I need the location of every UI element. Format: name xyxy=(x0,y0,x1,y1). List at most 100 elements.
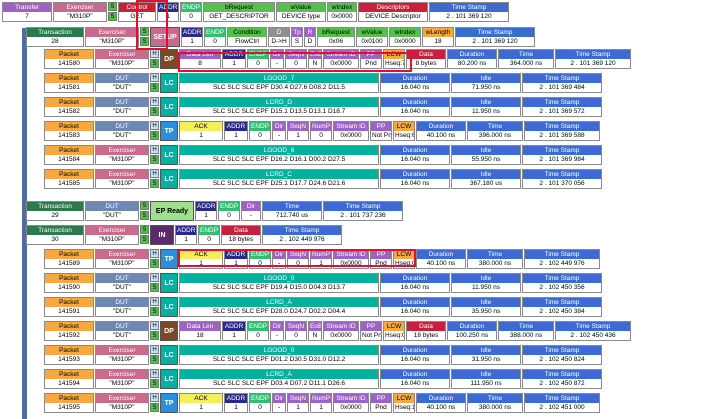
packet-141583-lcw[interactable]: LCW Hseq:6 xyxy=(393,121,415,141)
packet-row-141585[interactable]: Packet 141585 Exerciser "M310P" H S LC LCRD_C SL… xyxy=(44,169,603,190)
transaction-30-timestamp[interactable]: Time Stamp 2 . 102 449 976 xyxy=(262,225,342,245)
transaction-28-wvalue[interactable]: wValue 0x0100 xyxy=(356,27,388,47)
packet-141583-endp[interactable]: ENDP 0 xyxy=(249,121,271,141)
transaction-30-addr[interactable]: ADDR 1 xyxy=(175,225,197,245)
packet-141582-type[interactable]: LC xyxy=(160,97,178,117)
packet-141580-source[interactable]: Exerciser "M310P" xyxy=(95,49,149,69)
packet-141580-duration[interactable]: Duration 80.200 ns xyxy=(447,49,497,69)
packet-141593-type[interactable]: LC xyxy=(160,345,178,365)
packet-141583-time-stamp[interactable]: Time Stamp 2 . 101 369 588 xyxy=(524,121,600,141)
packet-141590-duration[interactable]: Duration 16.040 ns xyxy=(380,273,450,293)
packet-141592-addr[interactable]: ADDR 1 xyxy=(222,321,246,341)
packet-141590-timestamp[interactable]: Time Stamp 2 . 102 450 356 xyxy=(522,273,602,293)
packet-141580-seqn[interactable]: SeqN 0 xyxy=(285,49,307,69)
packet-141595-source[interactable]: Exerciser "M310P" xyxy=(95,393,149,413)
packet-141595-type[interactable]: TP xyxy=(160,393,178,413)
packet-141584-source[interactable]: Exerciser "M310P" xyxy=(95,145,149,165)
packet-141580-data-len[interactable]: Data Len 8 xyxy=(179,49,221,69)
packet-141592-duration[interactable]: Duration 100.250 ns xyxy=(447,321,497,341)
packet-141591-link-cmd[interactable]: LCRD_A SLC SLC SLC EPF D28.0 D24.7 D02.2 … xyxy=(179,297,379,317)
packet-141595-time[interactable]: Time 380.000 ns xyxy=(467,393,523,413)
transfer-control[interactable]: Control GET xyxy=(118,2,156,22)
in-token[interactable]: IN xyxy=(150,225,174,245)
transfer-brequest[interactable]: bRequest GET_DESCRIPTOR xyxy=(203,2,275,22)
packet-141591-type[interactable]: LC xyxy=(160,297,178,317)
packet-141585-idle[interactable]: Idle 367.180 us xyxy=(451,169,521,189)
transaction-29-addr[interactable]: ADDR 1 xyxy=(195,201,217,221)
packet-141585-link-cmd[interactable]: LCRD_C SLC SLC SLC EPF D25.1 D17.7 D24.6 … xyxy=(179,169,379,189)
transaction-29-row[interactable]: Transaction 29 DUT "DUT" S S EP Ready ADDR 1 ENDP… xyxy=(26,201,404,222)
packet-141589-pp[interactable]: PP Pnd xyxy=(370,249,392,269)
transaction-28-exerciser[interactable]: Exerciser "M310P" xyxy=(85,27,139,47)
packet-141582-link-cmd[interactable]: LCRD_D SLC SLC SLC EPF D15.1 D13.5 D13.1 … xyxy=(179,97,379,117)
transaction-29-dir[interactable]: Dir - xyxy=(241,201,261,221)
packet-141589-addr[interactable]: ADDR 1 xyxy=(224,249,248,269)
packet-141583[interactable]: Packet 141583 xyxy=(44,121,94,141)
packet-row-141589[interactable]: Packet 141589 Exerciser "M310P" H S TP ACK 1 ADDR… xyxy=(44,249,601,270)
packet-141595-duration[interactable]: Duration 40.100 ns xyxy=(416,393,466,413)
packet-141584-idle[interactable]: Idle 55.950 ns xyxy=(451,145,521,165)
packet-141595-dir[interactable]: Dir - xyxy=(272,393,286,413)
packet-141581-type[interactable]: LC xyxy=(160,73,178,93)
transaction-28-r[interactable]: RD xyxy=(304,27,316,47)
packet-141589-endp[interactable]: ENDP 0 xyxy=(249,249,271,269)
transaction-30-cell[interactable]: Transaction 30 xyxy=(26,225,84,245)
packet-141589-lcw[interactable]: LCW Hseq:0 xyxy=(393,249,415,269)
packet-row-141580[interactable]: Packet 141580 Exerciser "M310P" H S DP Data Len… xyxy=(44,49,632,70)
packet-141582-idle[interactable]: Idle 11.950 ns xyxy=(451,97,521,117)
packet-row-141594[interactable]: Packet 141594 Exerciser "M310P" H S LC LCRD_A SL… xyxy=(44,369,603,390)
packet-141590-type[interactable]: LC xyxy=(160,273,178,293)
packet-row-141584[interactable]: Packet 141584 Exerciser "M310P" H S LC LGOOD_6 S… xyxy=(44,145,603,166)
packet-141592-eob[interactable]: EoB N xyxy=(308,321,322,341)
packet-141592-seqn[interactable]: SeqN 0 xyxy=(285,321,307,341)
packet-141594-type[interactable]: LC xyxy=(160,369,178,389)
transfer-descriptors[interactable]: Descriptors DEVICE Descriptor xyxy=(358,2,428,22)
packet-141592-data-len[interactable]: Data Len 18 xyxy=(179,321,221,341)
packet-141585-source[interactable]: Exerciser "M310P" xyxy=(95,169,149,189)
packet-141591-duration[interactable]: Duration 16.040 ns xyxy=(380,297,450,317)
packet-141592-endp[interactable]: ENDP 0 xyxy=(247,321,269,341)
packet-141595-pp[interactable]: PP Pnd xyxy=(370,393,392,413)
packet-141582-source[interactable]: DUT "DUT" xyxy=(95,97,149,117)
transfer-exerciser[interactable]: Exerciser "M310P" xyxy=(53,2,107,22)
packet-141593-idle[interactable]: Idle 31.950 ns xyxy=(451,345,521,365)
transfer-endp[interactable]: ENDP 0 xyxy=(180,2,202,22)
packet-141589-time-stamp[interactable]: Time Stamp 2 . 102 449 976 xyxy=(524,249,600,269)
packet-141589-duration[interactable]: Duration 40.100 ns xyxy=(416,249,466,269)
transaction-30-row[interactable]: Transaction 30 Exerciser "M310P" S S IN ADDR 1 EN… xyxy=(26,225,343,246)
packet-141580-pp[interactable]: PP Pnd xyxy=(360,49,382,69)
packet-141591[interactable]: Packet 141591 xyxy=(44,297,94,317)
packet-141581-source[interactable]: DUT "DUT" xyxy=(95,73,149,93)
packet-141592-time-stamp[interactable]: Time Stamp 2 . 102 450 436 xyxy=(555,321,631,341)
packet-row-141590[interactable]: Packet 141590 DUT "DUT" H S LC LGOOD_0 SLC SLC S… xyxy=(44,273,603,294)
packet-141581-link-cmd[interactable]: LGOOD_7 SLC SLC SLC EPF D30.4 D27.6 D08.2… xyxy=(179,73,379,93)
transfer-addr[interactable]: ADDR 1 xyxy=(157,2,179,22)
packet-141580-dir[interactable]: Dir - xyxy=(270,49,284,69)
packet-141583-dir[interactable]: Dir - xyxy=(272,121,286,141)
transaction-28-tp[interactable]: Tp S xyxy=(291,27,303,47)
packet-141584[interactable]: Packet 141584 xyxy=(44,145,94,165)
packet-141592-data[interactable]: Data 18 bytes xyxy=(406,321,446,341)
packet-141589-source[interactable]: Exerciser "M310P" xyxy=(95,249,149,269)
packet-141593-duration[interactable]: Duration 16.040 ns xyxy=(380,345,450,365)
packet-141591-timestamp[interactable]: Time Stamp 2 . 102 450 384 xyxy=(522,297,602,317)
packet-141583-addr[interactable]: ADDR 1 xyxy=(224,121,248,141)
packet-141595-endp[interactable]: ENDP 0 xyxy=(249,393,271,413)
packet-141594-source[interactable]: Exerciser "M310P" xyxy=(95,369,149,389)
packet-141593-link-cmd[interactable]: LGOOD_0 SLC SLC SLC EPF D01.2 D30.5 D31.0… xyxy=(179,345,379,365)
packet-141583-type[interactable]: TP xyxy=(160,121,178,141)
transaction-29-cell[interactable]: Transaction 29 xyxy=(26,201,84,221)
transaction-30-endp[interactable]: ENDP 0 xyxy=(198,225,220,245)
packet-141580-time-stamp[interactable]: Time Stamp 2 . 101 369 120 xyxy=(555,49,631,69)
packet-141580[interactable]: Packet 141580 xyxy=(44,49,94,69)
packet-141589-seqn[interactable]: SeqN 0 xyxy=(287,249,309,269)
packet-141593[interactable]: Packet 141593 xyxy=(44,345,94,365)
transaction-28-d[interactable]: D D->H xyxy=(268,27,290,47)
packet-141589-stream-id[interactable]: Stream ID 0x0000 xyxy=(333,249,369,269)
packet-141595[interactable]: Packet 141595 xyxy=(44,393,94,413)
packet-141580-addr[interactable]: ADDR 1 xyxy=(222,49,246,69)
transfer-timestamp[interactable]: Time Stamp 2 . 101 369 120 xyxy=(429,2,509,22)
packet-141592-dir[interactable]: Dir - xyxy=(270,321,284,341)
packet-141581[interactable]: Packet 141581 xyxy=(44,73,94,93)
transaction-30-exerciser[interactable]: Exerciser "M310P" xyxy=(85,225,139,245)
